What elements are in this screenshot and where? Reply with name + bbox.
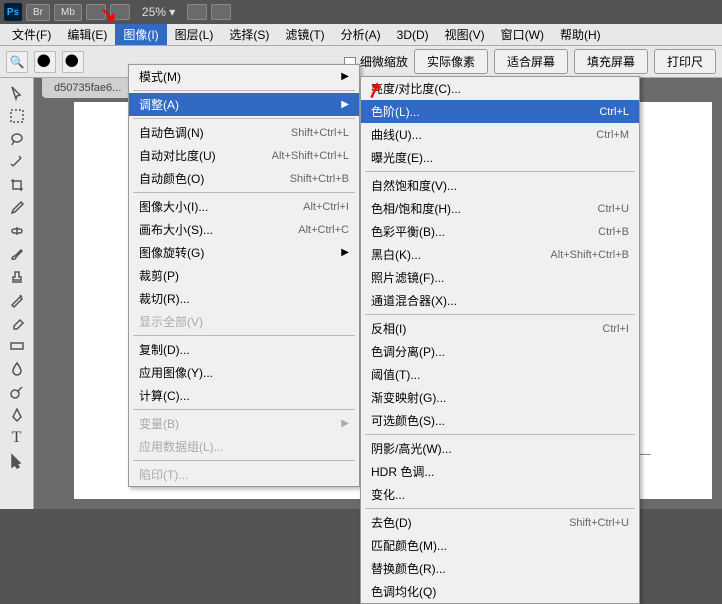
arrange-icon[interactable] [211,4,231,20]
submenu-arrow-icon: ▶ [341,418,349,429]
menu-item: 显示全部(V) [129,310,359,333]
menu-item[interactable]: 计算(C)... [129,384,359,407]
menu-4[interactable]: 选择(S) [221,24,277,45]
menu-item[interactable]: 自动颜色(O)Shift+Ctrl+B [129,167,359,190]
brush-tool-icon[interactable] [4,243,30,265]
zoom-out-icon[interactable] [62,51,84,73]
type-tool-icon[interactable]: T [4,427,30,449]
fill-screen-button[interactable]: 填充屏幕 [574,49,648,74]
menu-bar: 文件(F)编辑(E)图像(I)图层(L)选择(S)滤镜(T)分析(A)3D(D)… [0,24,722,46]
menu-item[interactable]: 曝光度(E)... [361,146,639,169]
stamp-tool-icon[interactable] [4,266,30,288]
menu-1[interactable]: 编辑(E) [59,24,115,45]
tool-bar: T [0,78,34,509]
menu-item: 变量(B)▶ [129,412,359,435]
menu-item[interactable]: 阈值(T)... [361,363,639,386]
screen-mode-icon[interactable] [110,4,130,20]
menu-item[interactable]: 自动色调(N)Shift+Ctrl+L [129,121,359,144]
menu-2[interactable]: 图像(I) [115,24,166,45]
menu-item[interactable]: 替换颜色(R)... [361,557,639,580]
menu-item[interactable]: 反相(I)Ctrl+I [361,317,639,340]
image-menu-dropdown: 模式(M)▶ 调整(A)▶ 自动色调(N)Shift+Ctrl+L自动对比度(U)A… [128,64,360,487]
menu-item[interactable]: 色彩平衡(B)...Ctrl+B [361,220,639,243]
eraser-tool-icon[interactable] [4,312,30,334]
gradient-tool-icon[interactable] [4,335,30,357]
adjustments-submenu-dropdown: 亮度/对比度(C)...色阶(L)...Ctrl+L曲线(U)...Ctrl+M… [360,76,640,604]
bridge-button[interactable]: Br [26,4,50,21]
menu-6[interactable]: 分析(A) [333,24,389,45]
menu-item[interactable]: 通道混合器(X)... [361,289,639,312]
menu-5[interactable]: 滤镜(T) [277,24,332,45]
menu-8[interactable]: 视图(V) [437,24,493,45]
tool-preset-icon[interactable]: 🔍 [6,51,28,73]
lasso-tool-icon[interactable] [4,128,30,150]
submenu-arrow-icon: ▶ [341,247,349,258]
menu-item[interactable]: 渐变映射(G)... [361,386,639,409]
option-bar: 🔍 细微缩放 实际像素 适合屏幕 填充屏幕 打印尺 [0,46,722,78]
move-tool-icon[interactable] [4,82,30,104]
menu-item[interactable]: 裁切(R)... [129,287,359,310]
zoom-in-icon[interactable] [34,51,56,73]
menu-item[interactable]: 画布大小(S)...Alt+Ctrl+C [129,218,359,241]
title-bar: Ps Br Mb 25% ▾ [0,0,722,24]
menu-item[interactable]: 曲线(U)...Ctrl+M [361,123,639,146]
wand-tool-icon[interactable] [4,151,30,173]
crop-tool-icon[interactable] [4,174,30,196]
menu-item: 应用数据组(L)... [129,435,359,458]
actual-pixels-button[interactable]: 实际像素 [414,49,488,74]
menu-item[interactable]: 图像大小(I)...Alt+Ctrl+I [129,195,359,218]
menu-item[interactable]: 模式(M)▶ [129,65,359,88]
menu-item[interactable]: 阴影/高光(W)... [361,437,639,460]
menu-item[interactable]: HDR 色调... [361,460,639,483]
menu-item[interactable]: 匹配颜色(M)... [361,534,639,557]
hand-icon[interactable] [187,4,207,20]
menu-item[interactable]: 自然饱和度(V)... [361,174,639,197]
menu-0[interactable]: 文件(F) [4,24,59,45]
menu-item: 陷印(T)... [129,463,359,486]
path-tool-icon[interactable] [4,450,30,472]
menu-7[interactable]: 3D(D) [389,26,437,44]
menu-item[interactable]: 变化... [361,483,639,506]
menu-item[interactable]: 照片滤镜(F)... [361,266,639,289]
menu-item[interactable]: 色调均化(Q) [361,580,639,603]
menu-item[interactable]: 裁剪(P) [129,264,359,287]
print-size-button[interactable]: 打印尺 [654,49,716,74]
ps-logo-icon: Ps [4,3,22,21]
marquee-tool-icon[interactable] [4,105,30,127]
history-brush-tool-icon[interactable] [4,289,30,311]
menu-3[interactable]: 图层(L) [167,24,222,45]
minibridge-button[interactable]: Mb [54,4,82,21]
view-icon[interactable] [86,4,106,20]
menu-item[interactable]: 调整(A)▶ [129,93,359,116]
menu-item[interactable]: 色相/饱和度(H)...Ctrl+U [361,197,639,220]
document-tab[interactable]: d50735fae6... [42,78,133,98]
menu-item[interactable]: 应用图像(Y)... [129,361,359,384]
dodge-tool-icon[interactable] [4,381,30,403]
submenu-arrow-icon: ▶ [341,71,349,82]
pen-tool-icon[interactable] [4,404,30,426]
menu-item[interactable]: 复制(D)... [129,338,359,361]
zoom-level[interactable]: 25% ▾ [134,5,183,19]
eyedropper-tool-icon[interactable] [4,197,30,219]
menu-item[interactable]: 图像旋转(G)▶ [129,241,359,264]
menu-item[interactable]: 可选颜色(S)... [361,409,639,432]
menu-item[interactable]: 亮度/对比度(C)... [361,77,639,100]
menu-item[interactable]: 自动对比度(U)Alt+Shift+Ctrl+L [129,144,359,167]
menu-item[interactable]: 色阶(L)...Ctrl+L [361,100,639,123]
menu-9[interactable]: 窗口(W) [493,24,552,45]
blur-tool-icon[interactable] [4,358,30,380]
menu-item[interactable]: 去色(D)Shift+Ctrl+U [361,511,639,534]
fit-screen-button[interactable]: 适合屏幕 [494,49,568,74]
menu-item[interactable]: 色调分离(P)... [361,340,639,363]
menu-item[interactable]: 黑白(K)...Alt+Shift+Ctrl+B [361,243,639,266]
submenu-arrow-icon: ▶ [341,99,349,110]
healing-tool-icon[interactable] [4,220,30,242]
menu-10[interactable]: 帮助(H) [552,24,609,45]
